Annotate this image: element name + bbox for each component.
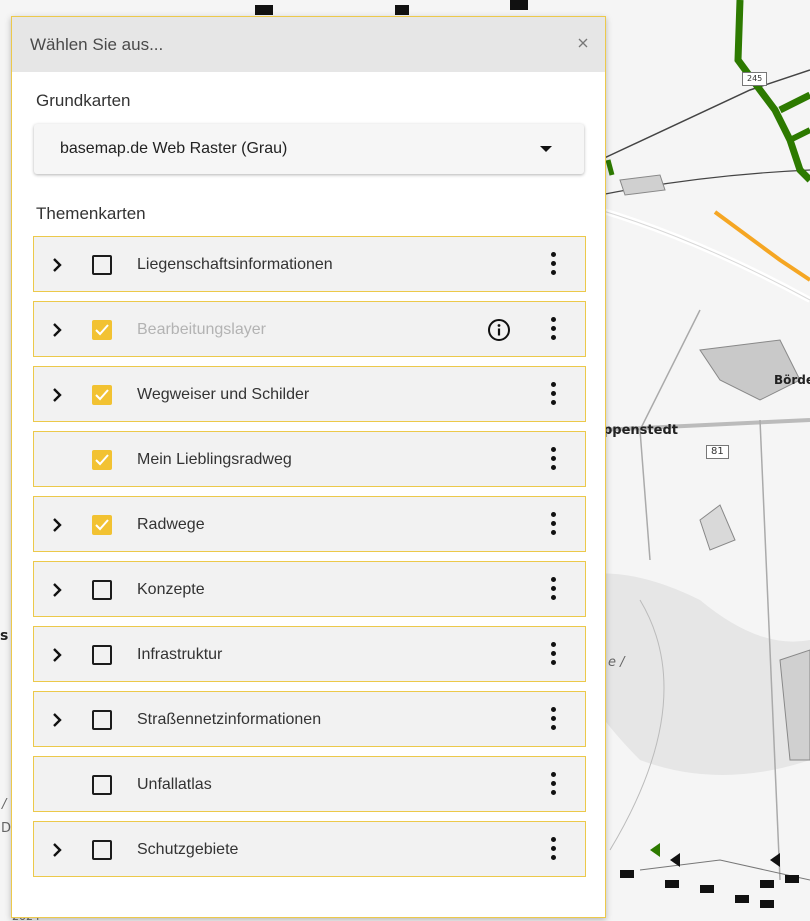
- more-vert-icon[interactable]: [551, 837, 557, 863]
- layer-row-unfallatlas[interactable]: Unfallatlas: [33, 756, 586, 812]
- layer-label: Infrastruktur: [137, 646, 223, 663]
- chevron-right-icon[interactable]: [50, 387, 64, 403]
- road-number-81: 81: [706, 445, 729, 459]
- chevron-right-icon[interactable]: [50, 842, 64, 858]
- chevron-right-icon[interactable]: [50, 257, 64, 273]
- more-vert-icon[interactable]: [551, 382, 557, 408]
- layer-checkbox[interactable]: [92, 450, 112, 470]
- chevron-right-icon[interactable]: [50, 712, 64, 728]
- layer-checkbox[interactable]: [92, 840, 112, 860]
- layer-row-konzepte[interactable]: Konzepte: [33, 561, 586, 617]
- layer-label: Mein Lieblingsradweg: [137, 451, 292, 468]
- more-vert-icon[interactable]: [551, 252, 557, 278]
- map-fragment-d: D: [1, 821, 12, 836]
- layer-checkbox[interactable]: [92, 710, 112, 730]
- layer-checkbox[interactable]: [92, 775, 112, 795]
- layer-row-bearbeitungslayer[interactable]: Bearbeitungslayer: [33, 301, 586, 357]
- layer-row-strassennetzinformationen[interactable]: Straßennetzinformationen: [33, 691, 586, 747]
- panel-header: Wählen Sie aus...: [12, 17, 605, 72]
- layer-row-schutzgebiete[interactable]: Schutzgebiete: [33, 821, 586, 877]
- chevron-right-icon[interactable]: [50, 322, 64, 338]
- layer-checkbox[interactable]: [92, 385, 112, 405]
- layer-label: Konzepte: [137, 581, 205, 598]
- layer-row-infrastruktur[interactable]: Infrastruktur: [33, 626, 586, 682]
- layer-row-mein-lieblingsradweg[interactable]: Mein Lieblingsradweg: [33, 431, 586, 487]
- checkmark-icon: [95, 389, 109, 401]
- dropdown-arrow-icon: [540, 146, 552, 152]
- more-vert-icon[interactable]: [551, 642, 557, 668]
- close-icon[interactable]: [575, 35, 591, 51]
- layer-checkbox[interactable]: [92, 255, 112, 275]
- checkmark-icon: [95, 519, 109, 531]
- layer-label: Wegweiser und Schilder: [137, 386, 310, 403]
- more-vert-icon[interactable]: [551, 447, 557, 473]
- basemap-select[interactable]: basemap.de Web Raster (Grau): [34, 124, 584, 174]
- basemaps-heading: Grundkarten: [36, 91, 131, 110]
- map-fragment-s: s: [0, 628, 9, 644]
- layer-checkbox[interactable]: [92, 580, 112, 600]
- chevron-right-icon[interactable]: [50, 517, 64, 533]
- basemap-selected-value: basemap.de Web Raster (Grau): [60, 140, 288, 157]
- layer-row-wegweiser-und-schilder[interactable]: Wegweiser und Schilder: [33, 366, 586, 422]
- layer-label: Schutzgebiete: [137, 841, 239, 858]
- layer-row-radwege[interactable]: Radwege: [33, 496, 586, 552]
- layer-label: Straßennetzinformationen: [137, 711, 322, 728]
- place-label-ppenstedt: ppenstedt: [603, 423, 678, 438]
- checkmark-icon: [95, 454, 109, 466]
- checkmark-icon: [95, 324, 109, 336]
- more-vert-icon[interactable]: [551, 707, 557, 733]
- layer-checkbox[interactable]: [92, 320, 112, 340]
- more-vert-icon[interactable]: [551, 512, 557, 538]
- more-vert-icon[interactable]: [551, 772, 557, 798]
- layer-checkbox[interactable]: [92, 515, 112, 535]
- more-vert-icon[interactable]: [551, 317, 557, 343]
- layer-label: Unfallatlas: [137, 776, 212, 793]
- layer-label: Liegenschaftsinformationen: [137, 256, 333, 273]
- layer-selection-panel: Wählen Sie aus... Grundkarten basemap.de…: [11, 16, 606, 918]
- themes-heading: Themenkarten: [36, 204, 146, 223]
- layer-label: Bearbeitungslayer: [137, 321, 266, 338]
- map-fragment-e: e /: [608, 655, 625, 670]
- info-icon[interactable]: [487, 318, 511, 342]
- place-label-boerde: Börde: [774, 373, 810, 387]
- map-fragment-slash: /: [2, 797, 7, 812]
- chevron-right-icon[interactable]: [50, 647, 64, 663]
- panel-title: Wählen Sie aus...: [30, 35, 164, 54]
- layer-row-liegenschaftsinformationen[interactable]: Liegenschaftsinformationen: [33, 236, 586, 292]
- chevron-right-icon[interactable]: [50, 582, 64, 598]
- layer-label: Radwege: [137, 516, 205, 533]
- layer-checkbox[interactable]: [92, 645, 112, 665]
- road-number-245: 245: [742, 72, 768, 86]
- more-vert-icon[interactable]: [551, 577, 557, 603]
